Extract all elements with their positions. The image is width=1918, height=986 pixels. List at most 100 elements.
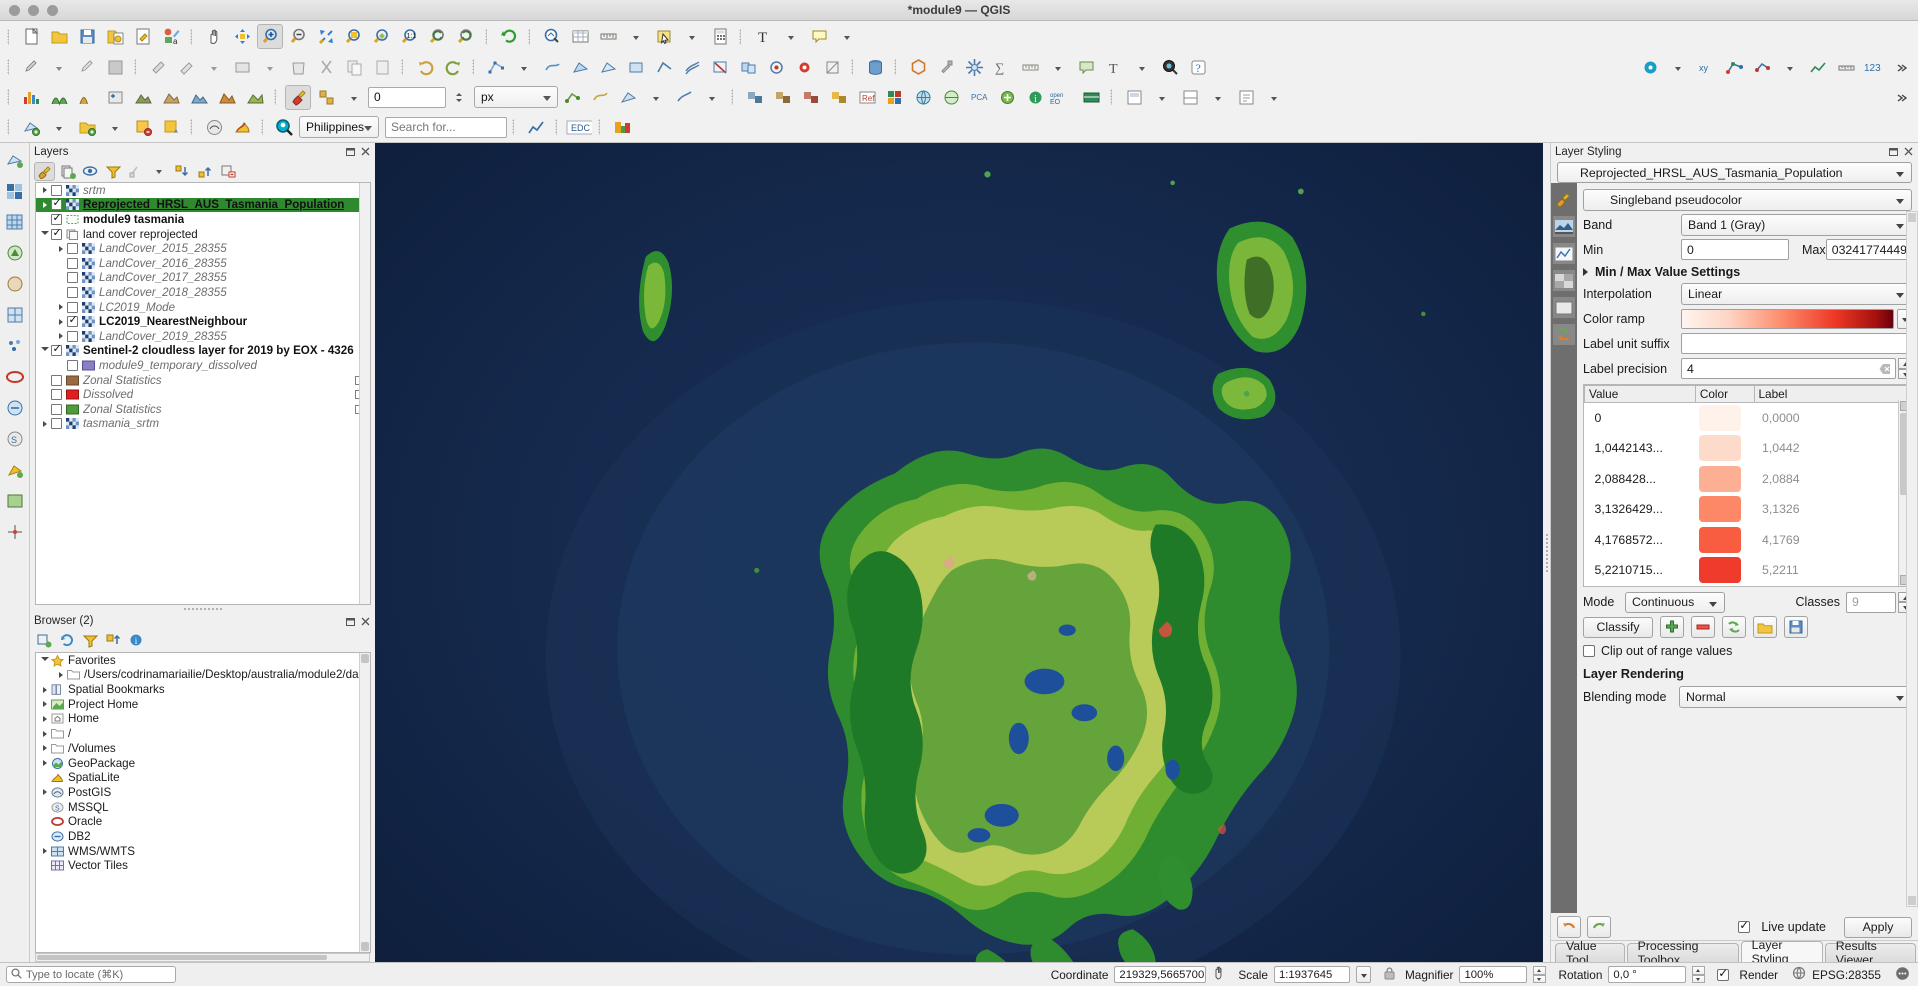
- toolbar-grip[interactable]: [272, 86, 281, 108]
- globe2-icon[interactable]: [938, 85, 964, 110]
- crs-icon[interactable]: [1792, 966, 1806, 983]
- add-raster-layer-icon[interactable]: [74, 115, 100, 140]
- max-input[interactable]: 0324177444918003: [1825, 239, 1912, 260]
- browser-row[interactable]: Project Home: [36, 697, 370, 712]
- layer-visibility-checkbox[interactable]: [67, 272, 78, 284]
- dock-tab[interactable]: Value Tool: [1555, 939, 1625, 967]
- layout-manager-icon[interactable]: [1121, 85, 1147, 110]
- raster-clip-icon[interactable]: [826, 85, 852, 110]
- label-cell[interactable]: 4,1769: [1754, 525, 1911, 556]
- profile-tool-icon[interactable]: [1805, 55, 1831, 80]
- scale-input[interactable]: 1:1937645: [1273, 966, 1350, 983]
- layer-visibility-checkbox[interactable]: [67, 301, 78, 313]
- save-project-as-icon[interactable]: [102, 24, 128, 49]
- coordinate-toggle-icon[interactable]: [1212, 965, 1228, 984]
- toolbar-grip[interactable]: [596, 116, 605, 138]
- browser-properties-icon[interactable]: i: [126, 631, 147, 650]
- expand-arrow[interactable]: [39, 745, 51, 752]
- expand-arrow[interactable]: [39, 701, 51, 708]
- layer-visibility-checkbox[interactable]: [51, 389, 62, 401]
- delete-selected-icon[interactable]: [285, 55, 311, 80]
- text-annotation2-icon[interactable]: T: [1101, 55, 1127, 80]
- layer-visibility-checkbox[interactable]: [67, 359, 78, 371]
- expand-arrow[interactable]: [39, 201, 51, 208]
- clip-checkbox[interactable]: [1583, 644, 1595, 657]
- add-postgis-icon[interactable]: [201, 115, 227, 140]
- collapse-browser-icon[interactable]: [103, 631, 124, 650]
- raster-calculator-icon[interactable]: [102, 85, 128, 110]
- layer-row[interactable]: Sentinel-2 cloudless layer for 2019 by E…: [36, 343, 370, 359]
- layer-visibility-checkbox[interactable]: [51, 212, 62, 225]
- classify-button[interactable]: Classify: [1583, 616, 1653, 638]
- label-cell[interactable]: 5,2211: [1754, 555, 1911, 586]
- simplify-icon[interactable]: [651, 55, 677, 80]
- browser-row[interactable]: /Volumes: [36, 741, 370, 756]
- styling-panel-scrollbar[interactable]: [1906, 211, 1918, 907]
- add-geonode-layer-icon[interactable]: [4, 273, 26, 295]
- clear-icon[interactable]: [1879, 363, 1891, 378]
- expand-arrow[interactable]: [55, 333, 67, 340]
- close-button[interactable]: [9, 5, 20, 16]
- zoom-layer-icon[interactable]: [369, 24, 395, 49]
- layer-row[interactable]: land cover reprojected: [36, 227, 370, 242]
- save-color-map-icon[interactable]: [1784, 616, 1808, 638]
- geometry-checker-icon[interactable]: [905, 55, 931, 80]
- layers-panel-float-button[interactable]: [345, 146, 356, 157]
- measure-dropdown-icon[interactable]: [623, 24, 649, 49]
- layer-visibility-checkbox[interactable]: [51, 374, 62, 386]
- add-xyz-layer-icon[interactable]: [4, 211, 26, 233]
- layer-row[interactable]: Dissolved: [36, 387, 370, 402]
- magnifier-stepper[interactable]: [1533, 966, 1547, 983]
- browser-row[interactable]: Oracle: [36, 814, 370, 829]
- toolbar-grip[interactable]: [849, 56, 858, 78]
- interpolation-combo[interactable]: Linear: [1681, 282, 1912, 305]
- label-cell[interactable]: 0,0000: [1754, 403, 1911, 434]
- browser-tree[interactable]: Favorites/Users/codrinamariailie/Desktop…: [35, 651, 371, 953]
- layer-visibility-checkbox[interactable]: [51, 418, 62, 430]
- layer-row[interactable]: LandCover_2016_28355: [36, 256, 370, 271]
- histogram3-icon[interactable]: [74, 85, 100, 110]
- toolbar-grip[interactable]: [1108, 86, 1117, 108]
- redo-icon[interactable]: [440, 55, 466, 80]
- coordinate-input[interactable]: 219329,5665700: [1114, 966, 1207, 983]
- expand-arrow[interactable]: [55, 671, 67, 678]
- locate-input[interactable]: Type to locate (⌘K): [6, 966, 176, 983]
- color-cell[interactable]: [1695, 494, 1754, 525]
- select-features-icon[interactable]: [651, 24, 677, 49]
- collapse-arrow[interactable]: [39, 230, 51, 238]
- right-dock-splitter[interactable]: [1543, 143, 1550, 962]
- value-cell[interactable]: 0: [1585, 403, 1696, 434]
- map-canvas[interactable]: [375, 143, 1543, 962]
- value-cell[interactable]: 5,2210715...: [1585, 555, 1696, 586]
- layer-row[interactable]: LC2019_NearestNeighbour: [36, 314, 370, 329]
- hillshade-icon[interactable]: [130, 85, 156, 110]
- toolbar-grip[interactable]: [526, 26, 535, 48]
- database-manager-icon[interactable]: [862, 55, 888, 80]
- zonal-statistics-icon[interactable]: [882, 85, 908, 110]
- layer-row[interactable]: tasmania_srtm: [36, 417, 370, 432]
- node-dropdown-icon[interactable]: [1777, 55, 1803, 80]
- zoom-native-icon[interactable]: 1:1: [397, 24, 423, 49]
- georeferencer-icon[interactable]: [1637, 55, 1663, 80]
- layer-styling-float-button[interactable]: [1888, 146, 1899, 157]
- min-input[interactable]: 0: [1681, 239, 1789, 260]
- expand-arrow[interactable]: [39, 760, 51, 766]
- band-combo[interactable]: Band 1 (Gray): [1681, 213, 1912, 236]
- value-cell[interactable]: 1,0442143...: [1585, 433, 1696, 464]
- color-cell[interactable]: [1695, 464, 1754, 495]
- measure-line-icon[interactable]: [595, 24, 621, 49]
- expand-arrow[interactable]: [39, 789, 51, 796]
- refresh-icon[interactable]: [496, 24, 522, 49]
- add-mssql-layer-icon[interactable]: S: [4, 428, 26, 450]
- window-controls[interactable]: [9, 0, 58, 21]
- save-layer-edits-icon[interactable]: [102, 55, 128, 80]
- color-cell[interactable]: [1695, 525, 1754, 556]
- value-cell[interactable]: 2,088428...: [1585, 464, 1696, 495]
- toolbar-grip[interactable]: [188, 116, 197, 138]
- layer-selector-combo[interactable]: Reprojected_HRSL_AUS_Tasmania_Population: [1557, 162, 1912, 183]
- expand-arrow[interactable]: [39, 187, 51, 194]
- live-update-checkbox[interactable]: [1738, 919, 1751, 933]
- toolbar-grip[interactable]: [470, 56, 479, 78]
- table-row[interactable]: 3,1326429... 3,1326: [1585, 494, 1911, 525]
- add-vector-dropdown-icon[interactable]: [46, 115, 72, 140]
